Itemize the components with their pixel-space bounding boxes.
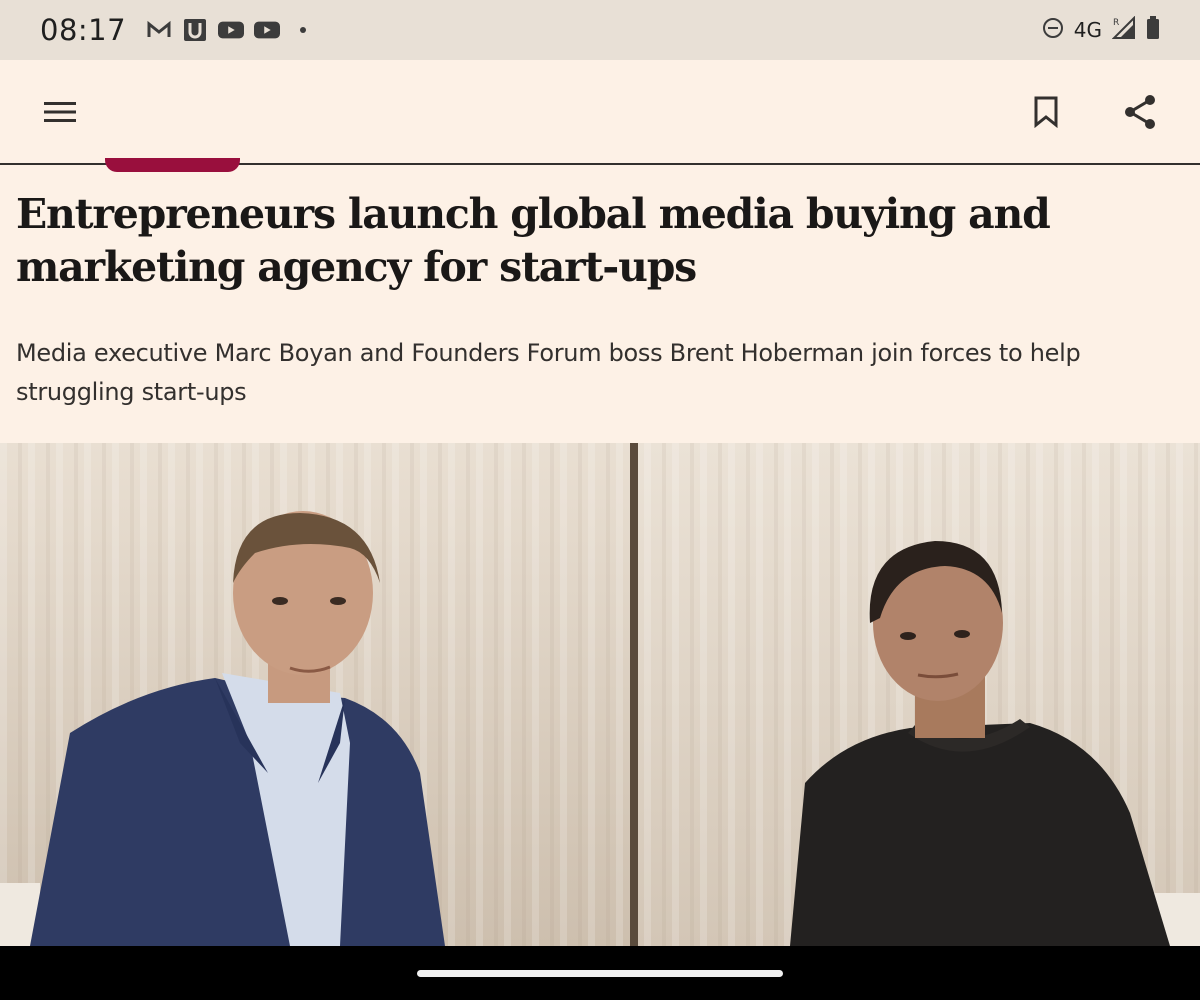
battery-icon bbox=[1146, 15, 1160, 45]
svg-text:R: R bbox=[1113, 18, 1119, 28]
article-headline: Entrepreneurs launch global media buying… bbox=[16, 190, 1051, 291]
status-right: 4G R bbox=[1042, 15, 1160, 45]
status-time: 08:17 bbox=[40, 13, 127, 47]
network-label: 4G bbox=[1073, 18, 1102, 42]
share-icon bbox=[1125, 95, 1155, 129]
hamburger-menu-icon bbox=[44, 102, 76, 122]
more-notifications-dot-icon bbox=[290, 19, 316, 41]
article-photo bbox=[0, 443, 1200, 946]
u-app-icon bbox=[182, 19, 208, 41]
menu-button[interactable] bbox=[32, 84, 88, 140]
navigation-bar bbox=[0, 946, 1200, 1000]
signal-roaming-icon: R bbox=[1111, 15, 1136, 45]
do-not-disturb-icon bbox=[1042, 17, 1064, 44]
youtube-icon bbox=[254, 19, 281, 41]
home-gesture-handle[interactable] bbox=[417, 970, 783, 977]
section-tag[interactable] bbox=[105, 158, 240, 172]
article-standfirst: Media executive Marc Boyan and Founders … bbox=[16, 339, 1081, 406]
notification-icons bbox=[146, 19, 316, 41]
article-photo-image bbox=[0, 443, 1200, 946]
youtube-icon bbox=[218, 19, 245, 41]
share-button[interactable] bbox=[1112, 84, 1168, 140]
gmail-icon bbox=[146, 19, 172, 41]
status-bar: 08:17 4G R bbox=[0, 0, 1200, 60]
app-bar bbox=[0, 60, 1200, 165]
bookmark-button[interactable] bbox=[1018, 84, 1074, 140]
bookmark-icon bbox=[1034, 96, 1058, 128]
